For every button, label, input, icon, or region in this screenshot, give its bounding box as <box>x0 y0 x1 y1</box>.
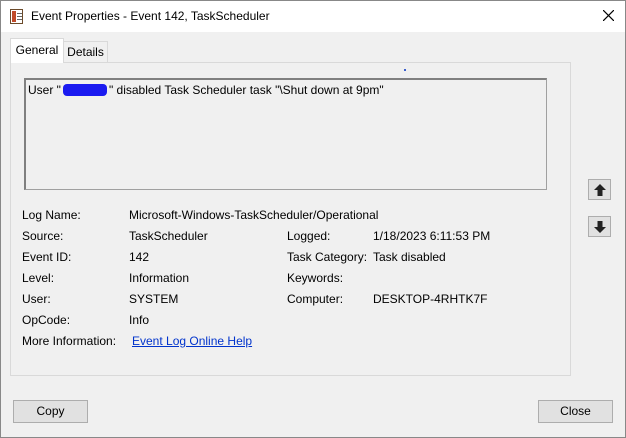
tab-general[interactable]: General <box>10 38 64 63</box>
event-description: User " " disabled Task Scheduler task "\S… <box>28 83 384 97</box>
event-id-label: Event ID: <box>22 250 72 264</box>
description-suffix: " disabled Task Scheduler task "\Shut do… <box>108 83 384 97</box>
event-description-box[interactable]: User " " disabled Task Scheduler task "\S… <box>24 78 547 190</box>
task-category-value: Task disabled <box>373 250 446 264</box>
close-icon <box>603 10 614 21</box>
artifact-dot <box>404 69 406 71</box>
task-category-label: Task Category: <box>287 250 368 264</box>
keywords-label: Keywords: <box>287 271 344 285</box>
previous-event-button[interactable] <box>588 179 611 200</box>
description-prefix: User " <box>28 83 61 97</box>
arrow-up-icon <box>594 184 606 196</box>
computer-value: DESKTOP-4RHTK7F <box>373 292 488 306</box>
log-name-value: Microsoft-Windows-TaskScheduler/Operatio… <box>129 208 379 222</box>
level-value: Information <box>129 271 190 285</box>
window-title: Event Properties - Event 142, TaskSchedu… <box>31 9 270 23</box>
computer-label: Computer: <box>287 292 344 306</box>
logged-value: 1/18/2023 6:11:53 PM <box>373 229 491 243</box>
close-button[interactable]: Close <box>538 400 613 423</box>
user-value: SYSTEM <box>129 292 179 306</box>
title-bar: Event Properties - Event 142, TaskSchedu… <box>1 1 625 32</box>
event-log-help-link[interactable]: Event Log Online Help <box>132 334 252 348</box>
level-label: Level: <box>22 271 55 285</box>
close-window-button[interactable] <box>592 1 625 32</box>
log-name-label: Log Name: <box>22 208 81 222</box>
next-event-button[interactable] <box>588 216 611 237</box>
tab-details[interactable]: Details <box>63 41 108 62</box>
source-value: TaskScheduler <box>129 229 208 243</box>
event-viewer-icon <box>10 9 23 24</box>
redacted-username <box>62 84 107 96</box>
copy-button[interactable]: Copy <box>13 400 88 423</box>
source-label: Source: <box>22 229 64 243</box>
opcode-value: Info <box>129 313 150 327</box>
logged-label: Logged: <box>287 229 331 243</box>
event-id-value: 142 <box>129 250 150 264</box>
more-info-label: More Information: <box>22 334 117 348</box>
opcode-label: OpCode: <box>22 313 71 327</box>
arrow-down-icon <box>594 221 606 233</box>
user-label: User: <box>22 292 51 306</box>
